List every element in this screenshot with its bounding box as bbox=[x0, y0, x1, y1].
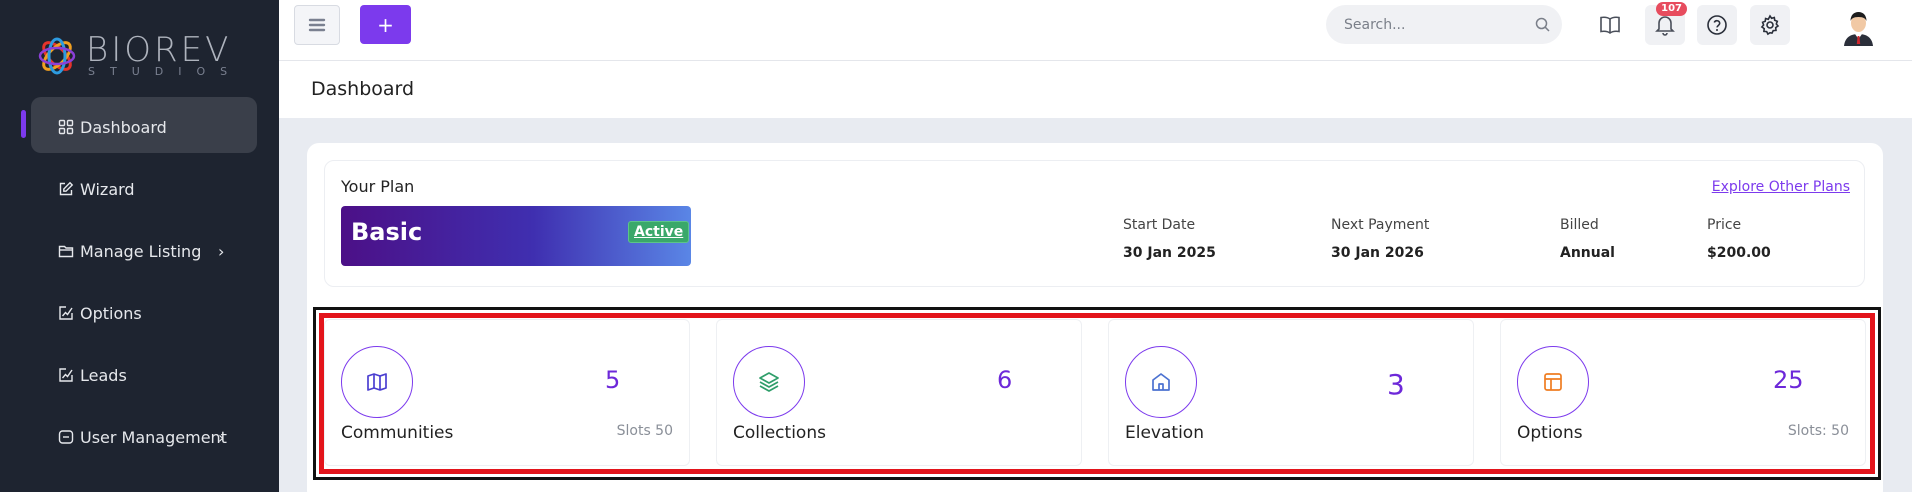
brand-name: BIOREV bbox=[86, 30, 232, 70]
stat-card-communities[interactable]: 5 Communities Slots 50 bbox=[324, 319, 690, 466]
user-avatar[interactable] bbox=[1838, 5, 1879, 46]
plan-banner: Basic Active bbox=[341, 206, 691, 266]
stat-value: 25 bbox=[1773, 366, 1804, 394]
search-box bbox=[1326, 5, 1562, 44]
brand-logo[interactable]: BIOREV STUDIOS bbox=[36, 32, 242, 80]
home-icon bbox=[1152, 373, 1170, 391]
avatar-icon bbox=[1838, 5, 1879, 46]
field-label: Next Payment bbox=[1331, 217, 1430, 233]
stat-icon-circle bbox=[341, 346, 413, 418]
stat-card-options[interactable]: 25 Options Slots: 50 bbox=[1500, 319, 1866, 466]
page-title: Dashboard bbox=[311, 78, 415, 100]
menu-toggle-button[interactable] bbox=[294, 5, 340, 45]
stat-label: Options bbox=[1517, 423, 1583, 443]
stat-value: 3 bbox=[1387, 368, 1405, 401]
sidebar-item-wizard[interactable]: Wizard bbox=[0, 158, 279, 220]
sidebar-item-label: Manage Listing bbox=[80, 241, 202, 261]
field-label: Billed bbox=[1560, 217, 1599, 233]
sidebar-item-label: Wizard bbox=[80, 179, 135, 199]
stat-value: 5 bbox=[605, 366, 621, 394]
user-box-icon bbox=[58, 430, 74, 444]
grid-icon bbox=[58, 119, 74, 135]
chevron-right-icon: › bbox=[218, 241, 225, 261]
sidebar: BIOREV STUDIOS Dashboard Wizard Manage L… bbox=[0, 0, 279, 492]
sidebar-item-label: Options bbox=[80, 303, 142, 323]
field-value: 30 Jan 2025 bbox=[1123, 245, 1216, 261]
sidebar-item-label: Leads bbox=[80, 365, 127, 385]
stat-icon-circle bbox=[1517, 346, 1589, 418]
notification-count-badge: 107 bbox=[1656, 2, 1687, 16]
field-value: 30 Jan 2026 bbox=[1331, 245, 1424, 261]
plan-field-next-payment: Next Payment 30 Jan 2026 bbox=[1331, 217, 1429, 261]
search-input[interactable] bbox=[1344, 16, 1524, 33]
edit-icon bbox=[59, 181, 74, 196]
sidebar-item-label: User Management bbox=[80, 427, 227, 447]
plan-status-badge[interactable]: Active bbox=[628, 221, 690, 243]
stat-label: Communities bbox=[341, 423, 454, 443]
bell-icon bbox=[1655, 16, 1675, 36]
stat-icon-circle bbox=[1125, 346, 1197, 418]
sidebar-item-user-management[interactable]: User Management › bbox=[0, 406, 279, 468]
brand-subtitle: STUDIOS bbox=[88, 65, 243, 78]
add-button[interactable]: + bbox=[360, 5, 411, 44]
sidebar-item-leads[interactable]: Leads bbox=[0, 344, 279, 406]
stat-slots: Slots 50 bbox=[616, 423, 673, 439]
stat-icon-circle bbox=[733, 346, 805, 418]
hamburger-icon bbox=[308, 18, 326, 32]
field-label: Price bbox=[1707, 217, 1742, 233]
search-icon[interactable] bbox=[1535, 17, 1550, 32]
plan-card: Your Plan Basic Active Explore Other Pla… bbox=[324, 160, 1865, 287]
plan-heading: Your Plan bbox=[341, 177, 415, 196]
page-header: Dashboard bbox=[279, 61, 1912, 118]
settings-button[interactable] bbox=[1750, 5, 1790, 45]
layers-icon bbox=[759, 372, 779, 392]
plan-field-billed: Billed Annual bbox=[1560, 217, 1615, 261]
field-value: $200.00 bbox=[1707, 245, 1771, 261]
layout-icon bbox=[1544, 373, 1562, 391]
logo-mark-icon bbox=[38, 37, 76, 75]
chart-box-icon bbox=[59, 306, 73, 320]
plan-field-price: Price $200.00 bbox=[1707, 217, 1771, 261]
explore-plans-link[interactable]: Explore Other Plans bbox=[1712, 179, 1850, 195]
sidebar-nav: Dashboard Wizard Manage Listing › Option… bbox=[0, 96, 279, 468]
stat-label: Collections bbox=[733, 423, 826, 443]
gear-icon bbox=[1760, 14, 1780, 36]
stat-label: Elevation bbox=[1125, 423, 1204, 443]
sidebar-item-options[interactable]: Options bbox=[0, 282, 279, 344]
stat-card-collections[interactable]: 6 Collections bbox=[716, 319, 1082, 466]
docs-button[interactable] bbox=[1590, 5, 1630, 45]
notifications-button[interactable]: 107 bbox=[1645, 2, 1687, 45]
help-icon bbox=[1707, 15, 1727, 35]
field-label: Start Date bbox=[1123, 217, 1196, 233]
map-icon bbox=[367, 373, 387, 391]
top-bar: + 107 bbox=[279, 0, 1912, 61]
book-icon bbox=[1600, 16, 1620, 34]
help-button[interactable] bbox=[1697, 5, 1737, 45]
stat-value: 6 bbox=[997, 366, 1013, 394]
sidebar-item-manage-listing[interactable]: Manage Listing › bbox=[0, 220, 279, 282]
plan-name: Basic bbox=[351, 218, 423, 246]
stat-card-elevation[interactable]: 3 Elevation bbox=[1108, 319, 1474, 466]
sidebar-item-dashboard[interactable]: Dashboard bbox=[0, 96, 279, 158]
active-indicator bbox=[21, 110, 26, 138]
field-value: Annual bbox=[1560, 245, 1615, 261]
sidebar-item-label: Dashboard bbox=[80, 117, 167, 137]
chevron-right-icon: › bbox=[218, 427, 225, 447]
plan-field-start-date: Start Date 30 Jan 2025 bbox=[1123, 217, 1216, 261]
chart-box-icon bbox=[59, 368, 73, 382]
folder-icon bbox=[58, 245, 74, 258]
stat-slots: Slots: 50 bbox=[1787, 423, 1849, 439]
